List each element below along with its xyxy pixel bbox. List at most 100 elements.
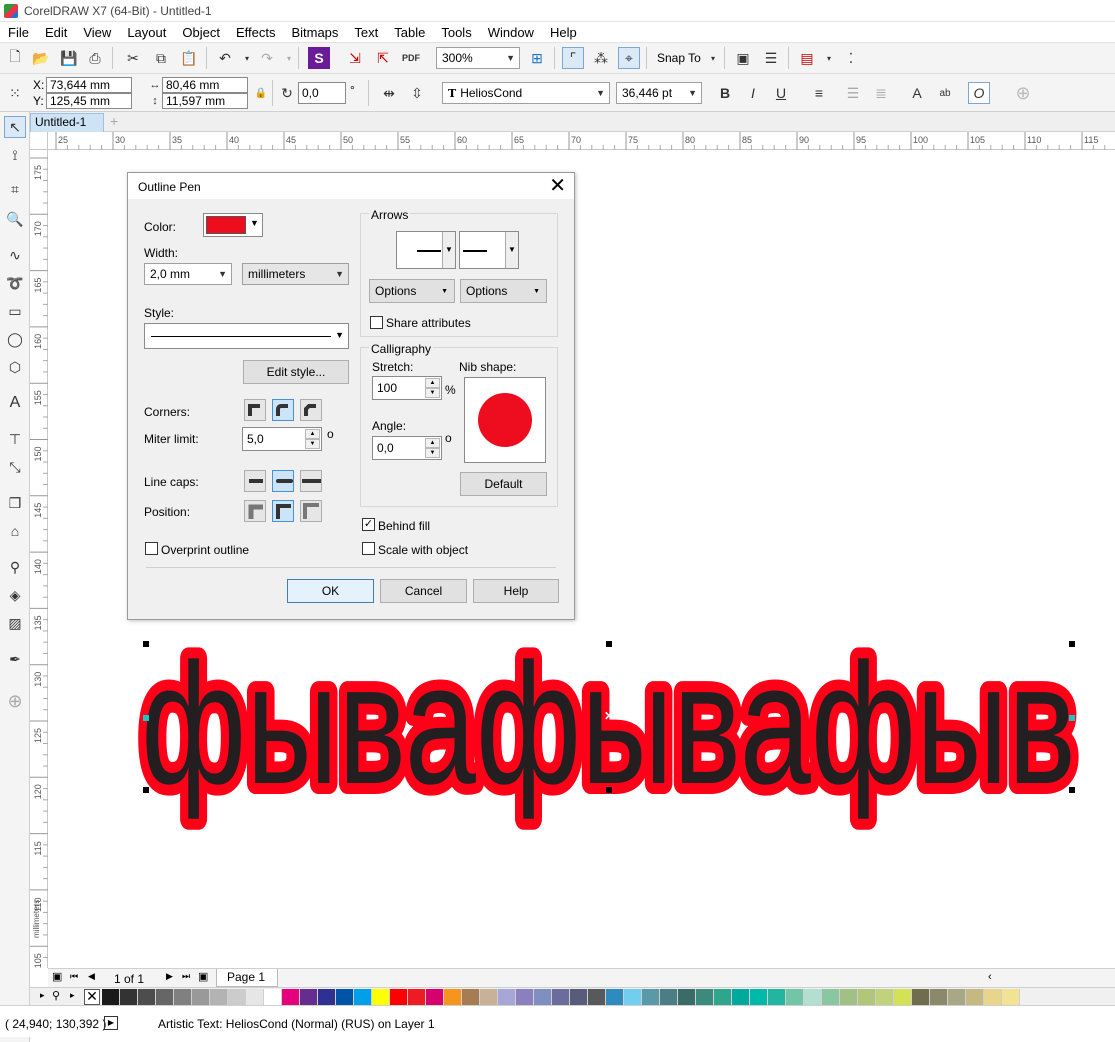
color-eyedropper-icon[interactable]: ⚲ [4,556,26,578]
palette-color-swatch[interactable] [246,989,264,1005]
palette-color-swatch[interactable] [714,989,732,1005]
paste-icon[interactable]: 📋 [178,47,200,69]
palette-color-swatch[interactable] [966,989,984,1005]
launcher-dropdown-icon[interactable]: ▾ [818,47,840,69]
palette-color-swatch[interactable] [102,989,120,1005]
selection-handle-tl[interactable] [143,641,149,647]
undo-dropdown-icon[interactable]: ▾ [236,47,258,69]
smart-fill-icon[interactable]: ▨ [4,612,26,634]
palette-color-swatch[interactable] [570,989,588,1005]
palette-color-swatch[interactable] [210,989,228,1005]
palette-color-swatch[interactable] [390,989,408,1005]
square-cap-icon[interactable] [300,470,322,492]
mirror-horizontal-icon[interactable]: ⇹ [378,82,400,104]
stretch-spinner[interactable]: 100 ▲ ▼ [372,376,442,400]
page-options-icon[interactable]: ▣ [52,970,62,983]
width-combo[interactable]: 2,0 mm ▼ [144,263,232,285]
transparency-icon[interactable]: ⌂ [4,520,26,542]
selection-handle-ml[interactable] [143,715,149,721]
palette-color-swatch[interactable] [192,989,210,1005]
copy-icon[interactable]: ⧉ [150,47,172,69]
undo-icon[interactable]: ↶ [214,47,236,69]
text-alignment-icon[interactable]: ≡ [808,82,830,104]
color-picker-button[interactable]: ▼ [203,213,263,237]
search-content-icon[interactable]: S [308,47,330,69]
next-page-icon[interactable]: ▶ [166,971,173,982]
previous-page-icon[interactable]: ◀ [88,971,95,982]
units-combo[interactable]: millimeters ▼ [242,263,349,285]
document-tab[interactable]: Untitled-1 [30,113,104,132]
print-icon[interactable]: ⎙ [84,47,106,69]
cut-icon[interactable]: ✂ [122,47,144,69]
options-icon[interactable]: ☰ [760,47,782,69]
menu-window[interactable]: Window [480,25,542,40]
add-page-icon[interactable]: ▣ [198,970,208,983]
horizontal-ruler[interactable]: 25 30 35 40 45 50 55 60 65 70 75 80 85 90 95 100 105 110 1… [48,132,1115,150]
inside-position-icon[interactable] [300,500,322,522]
export-icon[interactable]: ⇱ [372,47,394,69]
rotation-angle-field[interactable]: 0,0 [298,82,346,104]
redo-icon[interactable]: ↷ [256,47,278,69]
menu-tools[interactable]: Tools [433,25,479,40]
start-arrow-options-button[interactable]: Options ▼ [369,279,455,303]
selection-handle-br[interactable] [1069,787,1075,793]
palette-color-swatch[interactable] [156,989,174,1005]
drop-shadow-icon[interactable]: ❒ [4,492,26,514]
last-page-icon[interactable]: ⏭ [182,971,190,982]
cancel-button[interactable]: Cancel [380,579,467,603]
end-arrow-options-button[interactable]: Options ▼ [460,279,547,303]
palette-color-swatch[interactable] [120,989,138,1005]
butt-cap-icon[interactable] [244,470,266,492]
page-tab[interactable]: Page 1 [216,969,278,987]
miter-corner-icon[interactable] [244,399,266,421]
share-attributes-checkbox[interactable] [370,316,383,329]
snap-to-label[interactable]: Snap To [657,51,701,65]
ellipse-tool-icon[interactable]: ◯ [4,328,26,350]
application-launcher-icon[interactable]: ▤ [796,47,818,69]
selection-handle-tc[interactable] [606,641,612,647]
publish-pdf-icon[interactable]: PDF [400,47,422,69]
mirror-vertical-icon[interactable]: ⇳ [406,82,428,104]
menu-effects[interactable]: Effects [228,25,284,40]
bold-icon[interactable]: B [714,82,736,104]
palette-color-swatch[interactable] [606,989,624,1005]
connector-tool-icon[interactable]: ⤡ [4,456,26,478]
zoom-level-combo[interactable]: 300% ▼ [436,47,520,69]
palette-color-swatch[interactable] [984,989,1002,1005]
palette-color-swatch[interactable] [408,989,426,1005]
palette-color-swatch[interactable] [336,989,354,1005]
palette-color-swatch[interactable] [372,989,390,1005]
palette-color-swatch[interactable] [912,989,930,1005]
palette-color-swatch[interactable] [624,989,642,1005]
save-icon[interactable]: 💾 [58,47,80,69]
open-icon[interactable]: 📂 [30,47,52,69]
edit-text-icon[interactable]: ab [934,82,956,104]
vertical-ruler[interactable]: 175 170 165 160 155 150 145 140 135 130 125 120 115 1… [30,132,48,968]
menu-table[interactable]: Table [386,25,433,40]
selection-handle-bc[interactable] [606,787,612,793]
palette-color-swatch[interactable] [588,989,606,1005]
palette-color-swatch[interactable] [138,989,156,1005]
show-grid-icon[interactable]: ⁂ [590,47,612,69]
snap-to-dropdown-icon[interactable]: ▾ [702,47,724,69]
welcome-screen-icon[interactable]: ▣ [732,47,754,69]
polygon-tool-icon[interactable]: ⬡ [4,356,26,378]
object-width-field[interactable]: 80,46 mm [162,77,248,93]
scroll-left-icon[interactable]: ‹ [988,971,992,983]
object-height-field[interactable]: 11,597 mm [162,93,248,109]
bullet-list-icon[interactable]: ☰ [842,82,864,104]
ok-button[interactable]: OK [287,579,374,603]
palette-color-swatch[interactable] [318,989,336,1005]
line-style-combo[interactable]: ▼ [144,323,349,349]
behind-fill-checkbox[interactable]: ✓ [362,518,375,531]
rectangle-tool-icon[interactable]: ▭ [4,300,26,322]
interactive-fill-icon[interactable]: ◈ [4,584,26,606]
underline-icon[interactable]: U [770,82,792,104]
palette-color-swatch[interactable] [894,989,912,1005]
palette-color-swatch[interactable] [498,989,516,1005]
palette-color-swatch[interactable] [300,989,318,1005]
start-arrow-selector[interactable]: ▼ [396,231,456,269]
add-tab-icon[interactable]: + [110,113,118,129]
palette-color-swatch[interactable] [750,989,768,1005]
quick-customize-icon[interactable]: ⊕ [1012,82,1034,104]
